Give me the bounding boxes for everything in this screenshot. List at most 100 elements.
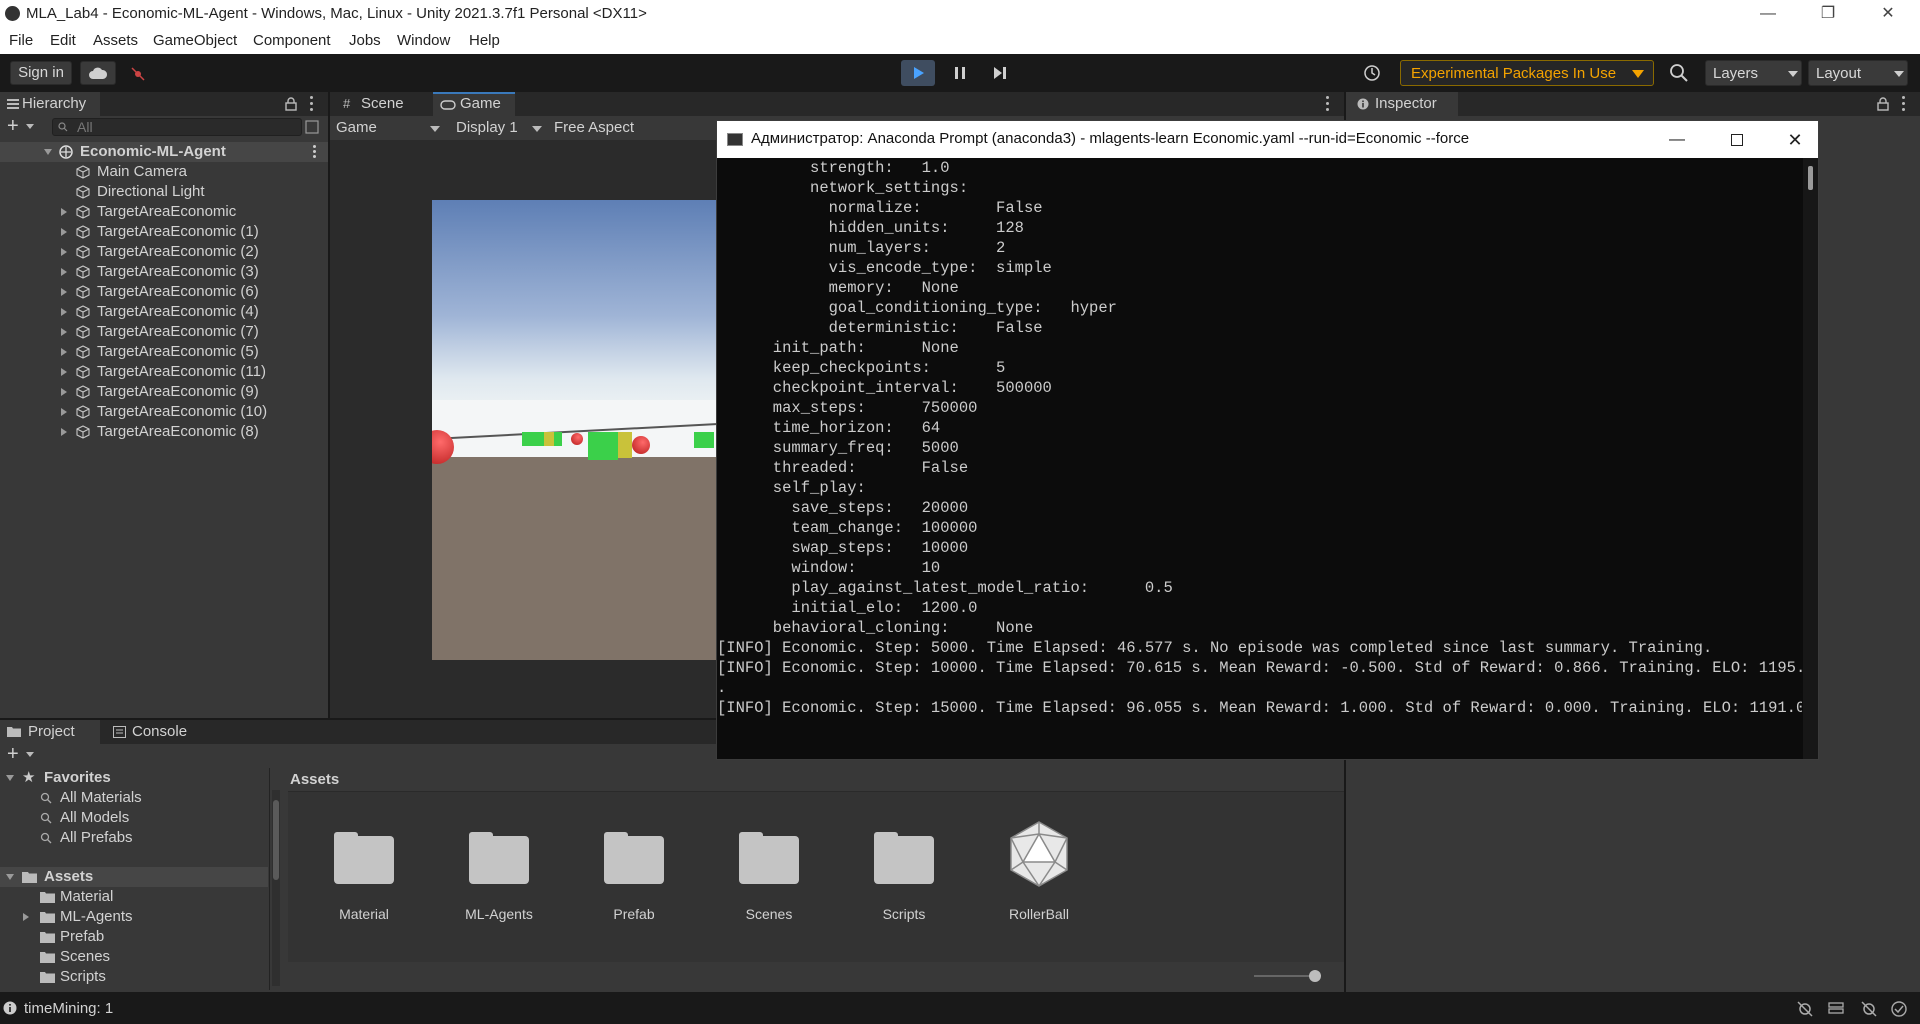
zoom-slider-handle[interactable] [1309, 970, 1321, 982]
inspector-tab[interactable]: Inspector [1346, 92, 1458, 116]
add-icon[interactable]: + [7, 743, 19, 766]
layers-dropdown[interactable]: Layers [1705, 60, 1802, 86]
hierarchy-item[interactable]: TargetAreaEconomic (11) [0, 362, 328, 382]
hierarchy-item[interactable]: TargetAreaEconomic (5) [0, 342, 328, 362]
favorites-row[interactable]: ★ Favorites [0, 768, 268, 788]
asset-grid-item[interactable]: RollerBall [979, 820, 1099, 930]
game-mode-dropdown[interactable]: Game [332, 118, 444, 138]
expand-arrow-icon[interactable] [23, 913, 29, 921]
expand-arrow-icon[interactable] [61, 288, 67, 296]
pause-button[interactable] [943, 60, 977, 86]
expand-arrow-icon[interactable] [61, 208, 67, 216]
expand-arrow-icon[interactable] [61, 268, 67, 276]
kebab-menu-icon[interactable] [1326, 96, 1330, 112]
search-button[interactable] [1668, 62, 1692, 86]
asset-grid-item[interactable]: Scenes [709, 820, 829, 930]
menu-help[interactable]: Help [469, 32, 500, 49]
favorite-item[interactable]: All Materials [0, 788, 268, 808]
display-dropdown[interactable]: Display 1 [446, 118, 542, 138]
expand-arrow-icon[interactable] [6, 874, 14, 880]
menu-file[interactable]: File [9, 32, 33, 49]
chevron-down-icon[interactable] [26, 124, 34, 129]
status-message[interactable]: timeMining: 1 [24, 1000, 113, 1017]
expand-arrow-icon[interactable] [6, 775, 14, 781]
menu-component[interactable]: Component [253, 32, 331, 49]
cache-server-icon[interactable] [1827, 1000, 1845, 1018]
terminal-scrollbar[interactable] [1803, 158, 1818, 759]
hierarchy-scene-row[interactable]: Economic-ML-Agent [0, 142, 328, 162]
lock-icon[interactable] [285, 97, 297, 111]
tab-game[interactable]: Game [433, 92, 515, 116]
hierarchy-item[interactable]: TargetAreaEconomic (6) [0, 282, 328, 302]
hierarchy-item[interactable]: TargetAreaEconomic (8) [0, 422, 328, 442]
terminal-close-button[interactable]: ✕ [1775, 127, 1815, 153]
lock-icon[interactable] [1877, 97, 1889, 111]
breadcrumb[interactable]: Assets [290, 770, 339, 790]
hierarchy-item[interactable]: TargetAreaEconomic (7) [0, 322, 328, 342]
step-button[interactable] [983, 60, 1017, 86]
expand-arrow-icon[interactable] [61, 248, 67, 256]
debug-off-icon[interactable] [1796, 1000, 1814, 1018]
hierarchy-item[interactable]: TargetAreaEconomic (2) [0, 242, 328, 262]
asset-tree-item[interactable]: Scripts [0, 967, 268, 987]
expand-arrow-icon[interactable] [61, 328, 67, 336]
kebab-menu-icon[interactable] [1902, 96, 1906, 112]
terminal-minimize-button[interactable]: — [1657, 127, 1697, 153]
expand-arrow-icon[interactable] [61, 228, 67, 236]
menu-assets[interactable]: Assets [93, 32, 138, 49]
menu-edit[interactable]: Edit [50, 32, 76, 49]
cloud-button[interactable] [80, 61, 116, 85]
hierarchy-item[interactable]: Main Camera [0, 162, 328, 182]
sign-in-button[interactable]: Sign in [10, 61, 72, 85]
hierarchy-item[interactable]: TargetAreaEconomic (4) [0, 302, 328, 322]
expand-arrow-icon[interactable] [61, 308, 67, 316]
aspect-dropdown[interactable]: Free Aspect [544, 118, 684, 138]
asset-grid-item[interactable]: Prefab [574, 820, 694, 930]
expand-arrow-icon[interactable] [61, 368, 67, 376]
assets-root-row[interactable]: Assets [0, 867, 268, 887]
expand-arrow-icon[interactable] [61, 428, 67, 436]
asset-grid-item[interactable]: Material [304, 820, 424, 930]
experimental-packages-dropdown[interactable]: Experimental Packages In Use [1400, 60, 1654, 86]
scene-visibility-icon[interactable] [305, 120, 319, 134]
expand-arrow-icon[interactable] [61, 348, 67, 356]
expand-arrow-icon[interactable] [61, 408, 67, 416]
asset-grid-item[interactable]: Scripts [844, 820, 964, 930]
tab-project[interactable]: Project [0, 720, 100, 744]
play-button[interactable] [901, 60, 935, 86]
hierarchy-item[interactable]: TargetAreaEconomic (10) [0, 402, 328, 422]
auto-generate-lighting-icon[interactable] [1860, 1000, 1878, 1018]
favorite-item[interactable]: All Prefabs [0, 828, 268, 848]
hierarchy-search-input[interactable]: All [52, 118, 302, 136]
hierarchy-item[interactable]: TargetAreaEconomic (1) [0, 222, 328, 242]
kebab-menu-icon[interactable] [313, 145, 317, 159]
menu-gameobject[interactable]: GameObject [153, 32, 237, 49]
minimize-button[interactable]: — [1748, 2, 1788, 26]
zoom-slider-track[interactable] [1254, 975, 1314, 977]
favorite-item[interactable]: All Models [0, 808, 268, 828]
terminal-maximize-button[interactable] [1717, 127, 1757, 153]
hierarchy-item[interactable]: TargetAreaEconomic (3) [0, 262, 328, 282]
expand-arrow-icon[interactable] [44, 149, 52, 155]
kebab-menu-icon[interactable] [310, 96, 314, 112]
menu-jobs[interactable]: Jobs [349, 32, 381, 49]
hierarchy-tab[interactable]: Hierarchy [0, 92, 100, 116]
layout-dropdown[interactable]: Layout [1808, 60, 1908, 86]
menu-window[interactable]: Window [397, 32, 450, 49]
restore-button[interactable]: ❐ [1808, 2, 1848, 26]
expand-arrow-icon[interactable] [61, 388, 67, 396]
asset-grid-item[interactable]: ML-Agents [439, 820, 559, 930]
add-icon[interactable]: + [7, 115, 19, 138]
hierarchy-item[interactable]: Directional Light [0, 182, 328, 202]
hierarchy-item[interactable]: TargetAreaEconomic [0, 202, 328, 222]
asset-tree-item[interactable]: Prefab [0, 927, 268, 947]
asset-tree-item[interactable]: Scenes [0, 947, 268, 967]
close-button[interactable]: ✕ [1868, 2, 1908, 26]
history-icon[interactable] [1362, 63, 1386, 85]
asset-tree-item[interactable]: Material [0, 887, 268, 907]
chevron-down-icon[interactable] [26, 752, 34, 757]
collab-icon[interactable] [130, 66, 146, 82]
tree-scrollbar[interactable] [272, 790, 280, 986]
check-icon[interactable] [1890, 1000, 1908, 1018]
hierarchy-item[interactable]: TargetAreaEconomic (9) [0, 382, 328, 402]
